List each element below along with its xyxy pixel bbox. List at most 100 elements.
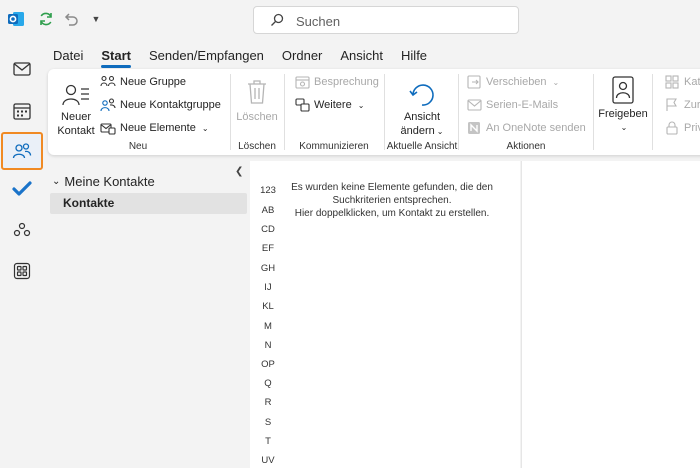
alpha-index-item[interactable]: KL — [250, 301, 286, 312]
mail-merge-button[interactable]: Serien-E-Mails — [466, 96, 558, 114]
groups-nav-button[interactable] — [3, 212, 41, 248]
reading-pane — [521, 161, 700, 468]
delete-button[interactable]: Löschen — [234, 75, 280, 124]
new-contact-label-1: Neuer — [61, 111, 91, 123]
mail-icon — [13, 62, 31, 76]
alpha-index-item[interactable]: Q — [250, 378, 286, 389]
empty-message-line: Hier doppelklicken, um Kontakt zu erstel… — [294, 208, 490, 219]
share-label: Freigeben — [598, 108, 648, 120]
alpha-index-item[interactable]: IJ — [250, 282, 286, 293]
flag-icon — [664, 97, 680, 113]
tab-ordner[interactable]: Ordner — [273, 45, 331, 67]
move-label: Verschieben — [486, 76, 547, 88]
tab-datei[interactable]: Datei — [44, 45, 92, 67]
tab-senden-empfangen[interactable]: Senden/Empfangen — [140, 45, 273, 67]
apps-icon — [13, 262, 31, 280]
delete-label: Löschen — [236, 111, 278, 123]
alpha-index-item[interactable]: N — [250, 340, 286, 351]
new-contact-label-2: Kontakt — [57, 125, 95, 137]
new-contact-group-button[interactable]: Neue Kontaktgruppe — [100, 96, 221, 114]
alpha-index-item[interactable]: 123 — [250, 185, 286, 196]
group-separator — [230, 74, 231, 150]
people-nav-button[interactable] — [1, 132, 43, 170]
more-communicate-button[interactable]: Weitere ⌄ — [294, 96, 364, 114]
ribbon-tabs: Datei Start Senden/Empfangen Ordner Ansi… — [44, 44, 436, 68]
empty-list-message[interactable]: Es wurden keine Elemente gefunden, die d… — [290, 181, 494, 220]
chevron-down-icon: ⌄ — [552, 77, 560, 87]
folder-group-my-contacts[interactable]: ⌄ Meine Kontakte — [52, 174, 155, 189]
todo-check-icon — [12, 181, 32, 196]
follow-up-button[interactable]: Zur — [664, 96, 700, 114]
alpha-index-item[interactable]: EF — [250, 243, 286, 254]
more-communicate-icon — [294, 97, 310, 113]
move-icon — [466, 74, 482, 90]
private-button[interactable]: Priv — [664, 119, 700, 137]
people-icon — [12, 143, 32, 159]
group-tags-partial: Kate Zur Priv — [654, 69, 700, 155]
categorize-icon — [664, 74, 680, 90]
meeting-icon — [294, 74, 310, 90]
alpha-index-item[interactable]: AB — [250, 205, 286, 216]
apps-nav-button[interactable] — [3, 253, 41, 289]
search-icon — [270, 13, 284, 30]
collapse-folder-pane-icon[interactable]: ❮ — [235, 166, 243, 177]
new-contact-button[interactable]: Neuer Kontakt — [56, 77, 96, 138]
onenote-icon — [466, 120, 482, 136]
move-button[interactable]: Verschieben ⌄ — [466, 73, 559, 91]
group-neu: Neuer Kontakt Neue Gruppe Neue Kontaktgr… — [48, 69, 228, 155]
search-placeholder: Suchen — [296, 14, 341, 29]
alpha-index-item[interactable]: T — [250, 436, 286, 447]
group-label-neu: Neu — [128, 141, 148, 152]
folder-group-label: Meine Kontakte — [64, 174, 155, 189]
mail-merge-label: Serien-E-Mails — [486, 99, 559, 111]
calendar-nav-button[interactable] — [3, 93, 41, 129]
outlook-logo-icon — [6, 9, 26, 29]
share-button[interactable]: Freigeben ⌄ — [597, 74, 649, 135]
private-label: Priv — [684, 122, 700, 134]
undo-icon[interactable] — [61, 9, 81, 29]
todo-nav-button[interactable] — [3, 171, 41, 207]
alpha-index-item[interactable]: CD — [250, 224, 286, 235]
folder-item-contacts[interactable]: Kontakte — [50, 193, 247, 214]
ribbon: Neuer Kontakt Neue Gruppe Neue Kontaktgr… — [48, 69, 700, 155]
chevron-down-icon: ⌄ — [357, 100, 365, 110]
new-group-label: Neue Gruppe — [120, 76, 187, 88]
group-label-aktionen: Aktionen — [506, 141, 546, 152]
group-aktuelle-ansicht: Ansicht ändern ⌄ Aktuelle Ansicht — [386, 69, 458, 155]
change-view-button[interactable]: Ansicht ändern ⌄ — [396, 77, 448, 139]
group-separator — [458, 74, 459, 150]
tab-hilfe[interactable]: Hilfe — [392, 45, 436, 67]
new-items-icon — [100, 120, 116, 136]
empty-message-line: Suchkriterien entsprechen. — [332, 195, 452, 206]
new-items-button[interactable]: Neue Elemente ⌄ — [100, 119, 209, 137]
sync-icon[interactable] — [36, 9, 56, 29]
chevron-down-icon: ⌄ — [201, 123, 209, 133]
tab-ansicht[interactable]: Ansicht — [331, 45, 392, 67]
alpha-index-item[interactable]: M — [250, 321, 286, 332]
alpha-index-item[interactable]: R — [250, 397, 286, 408]
share-contacts-icon — [597, 74, 649, 104]
mail-nav-button[interactable] — [3, 51, 41, 87]
meeting-button[interactable]: Besprechung — [294, 73, 379, 91]
meeting-label: Besprechung — [314, 76, 379, 88]
send-to-onenote-button[interactable]: An OneNote senden — [466, 119, 586, 137]
group-freigeben: Freigeben ⌄ — [595, 69, 651, 155]
chevron-down-icon: ⌄ — [620, 123, 628, 132]
categorize-button[interactable]: Kate — [664, 73, 700, 91]
quick-access-customize-icon[interactable]: ▼ — [86, 9, 106, 29]
more-communicate-label: Weitere — [314, 99, 352, 111]
alpha-index-item[interactable]: GH — [250, 263, 286, 274]
alpha-index-item[interactable]: S — [250, 417, 286, 428]
group-label-aktuelle-ansicht: Aktuelle Ansicht — [386, 141, 458, 152]
group-kommunizieren: Besprechung Weitere ⌄ Kommunizieren — [286, 69, 382, 155]
tab-start[interactable]: Start — [92, 45, 140, 68]
chevron-down-icon: ⌄ — [52, 176, 61, 187]
new-contact-icon — [56, 77, 96, 107]
new-group-button[interactable]: Neue Gruppe — [100, 73, 186, 91]
navigation-rail — [0, 40, 44, 468]
search-input[interactable]: Suchen — [253, 6, 519, 34]
group-separator — [384, 74, 385, 150]
alpha-index-item[interactable]: UV — [250, 455, 286, 466]
alpha-index-item[interactable]: OP — [250, 359, 286, 370]
contact-group-icon — [100, 97, 116, 113]
